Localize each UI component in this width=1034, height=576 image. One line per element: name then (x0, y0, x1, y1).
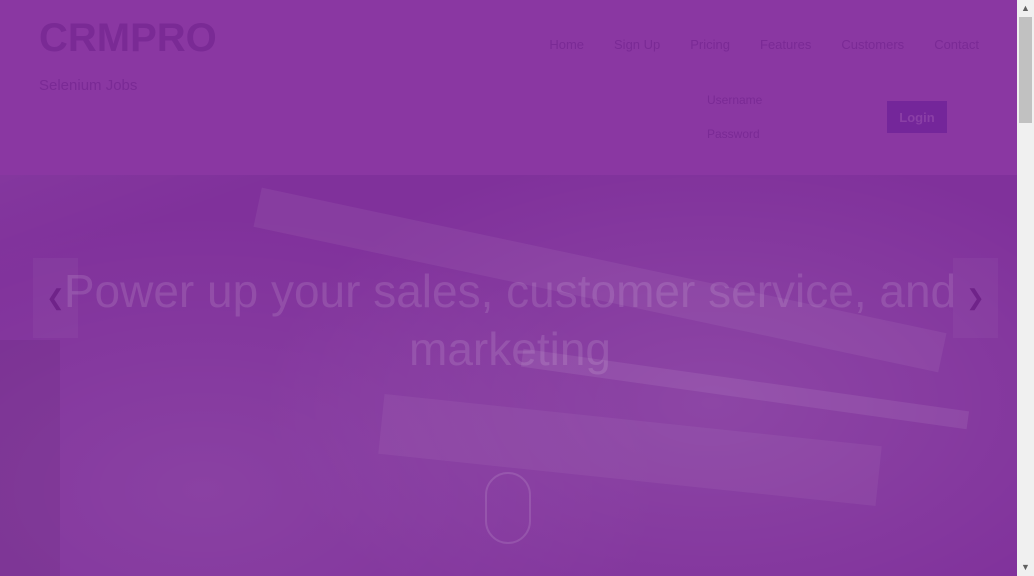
logo[interactable]: CRMPRO (39, 16, 217, 61)
hero-headline: Power up your sales, customer service, a… (63, 265, 957, 375)
page-viewport: CRMPRO Selenium Jobs Home Sign Up Pricin… (0, 0, 1017, 576)
scroll-down-arrow-icon[interactable]: ▼ (1017, 559, 1034, 576)
nav-sign-up[interactable]: Sign Up (614, 37, 660, 52)
login-form: Login (697, 86, 947, 156)
vertical-scrollbar[interactable]: ▲ ▼ (1017, 0, 1034, 576)
password-input[interactable] (697, 120, 875, 148)
nav-contact[interactable]: Contact (934, 37, 979, 52)
username-input[interactable] (697, 86, 875, 114)
nav-home[interactable]: Home (549, 37, 584, 52)
scroll-up-arrow-icon[interactable]: ▲ (1017, 0, 1034, 17)
scrollbar-thumb[interactable] (1019, 17, 1032, 123)
site-header: CRMPRO Selenium Jobs Home Sign Up Pricin… (0, 0, 1017, 175)
chevron-right-icon: ❯ (966, 285, 985, 310)
mouse-scroll-icon[interactable] (485, 472, 531, 544)
main-nav: Home Sign Up Pricing Features Customers … (549, 37, 979, 52)
nav-pricing[interactable]: Pricing (690, 37, 730, 52)
nav-features[interactable]: Features (760, 37, 811, 52)
nav-customers[interactable]: Customers (841, 37, 904, 52)
subtitle: Selenium Jobs (39, 77, 138, 94)
login-button[interactable]: Login (887, 101, 947, 133)
